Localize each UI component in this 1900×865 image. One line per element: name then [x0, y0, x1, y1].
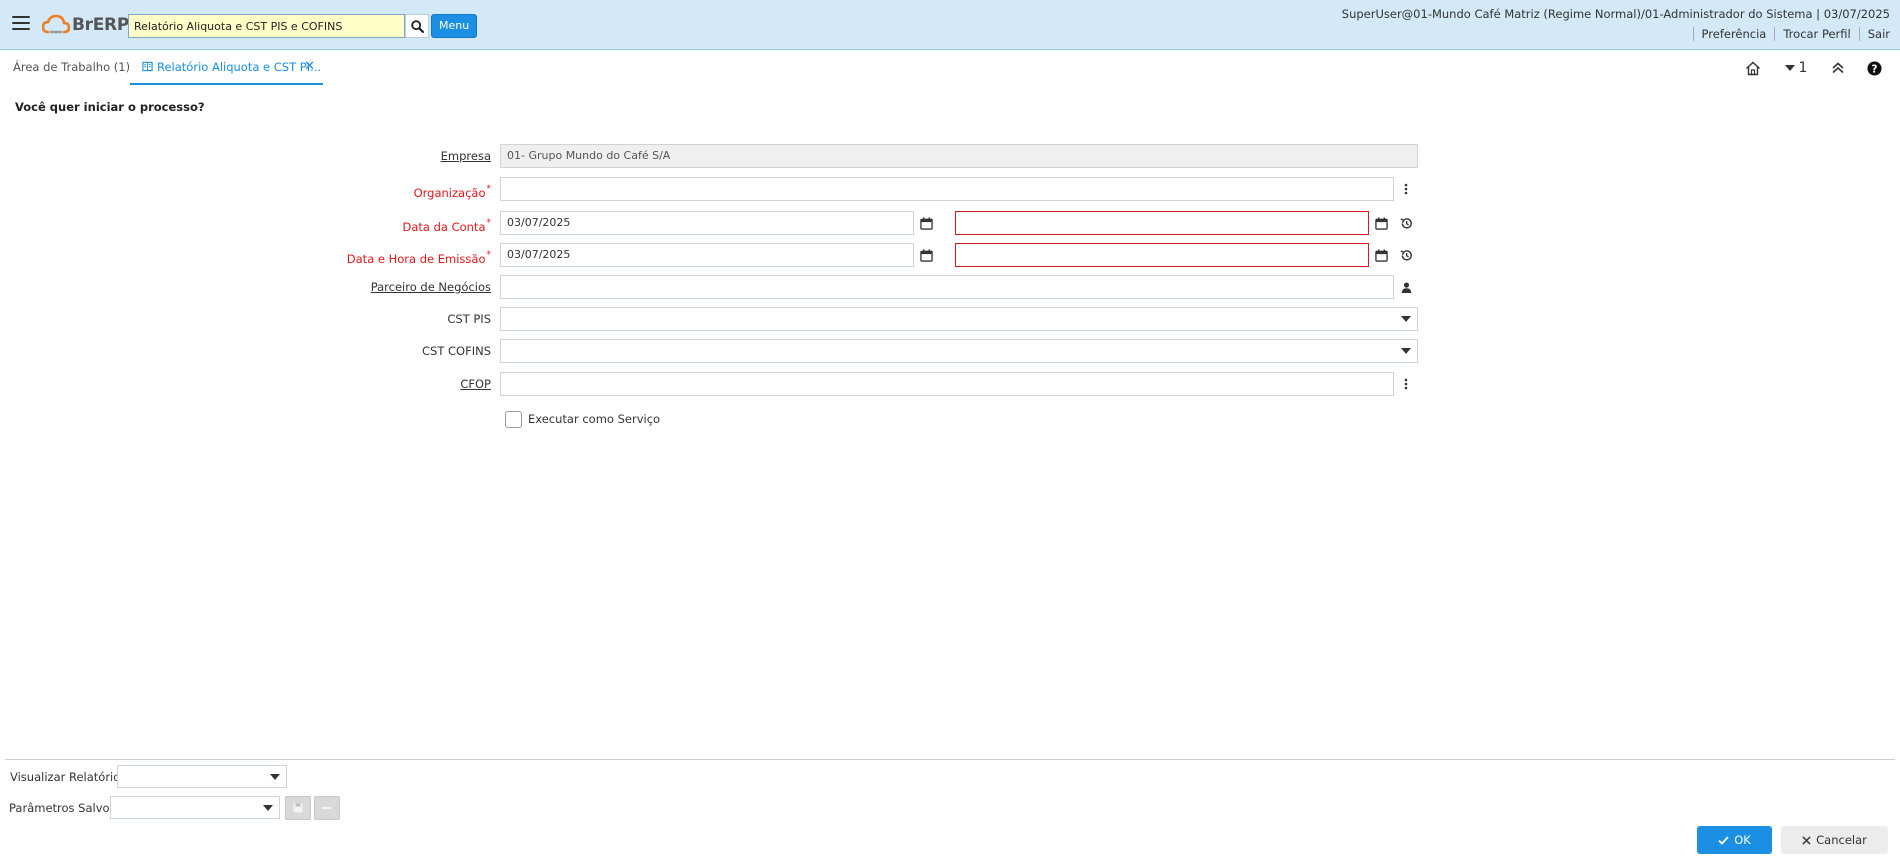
minus-icon	[322, 807, 332, 809]
field-row-organizacao: Organização*	[0, 176, 1900, 202]
logout-link[interactable]: Sair	[1858, 27, 1890, 41]
cloud-logo-icon	[42, 14, 70, 34]
home-icon[interactable]	[1742, 56, 1764, 80]
user-context-info: SuperUser@01-Mundo Café Matriz (Regime N…	[1341, 7, 1890, 21]
cst-pis-label: CST PIS	[447, 312, 491, 326]
field-row-parceiro: Parceiro de Negócios	[0, 274, 1900, 300]
chevron-down-icon[interactable]	[257, 796, 279, 819]
data-conta-label-text: Data da Conta	[402, 220, 486, 234]
chevron-down-icon[interactable]	[1394, 307, 1418, 331]
data-emissao-label-text: Data e Hora de Emissão	[346, 252, 486, 266]
saved-params-label: Parâmetros Salvos	[9, 801, 116, 815]
window-list-dropdown[interactable]: 1	[1782, 56, 1810, 80]
cst-pis-select[interactable]	[500, 307, 1418, 331]
empresa-label[interactable]: Empresa	[441, 143, 491, 169]
ok-button-label: OK	[1734, 833, 1751, 847]
app-header: BrERP Menu SuperUser@01-Mundo Café Matri…	[0, 0, 1900, 50]
ok-button[interactable]: OK	[1697, 826, 1772, 854]
required-mark: *	[486, 250, 492, 260]
hamburger-menu-icon[interactable]	[12, 16, 30, 30]
save-params-button[interactable]	[285, 796, 311, 820]
search-icon	[410, 19, 424, 33]
data-emissao-label: Data e Hora de Emissão*	[347, 242, 491, 268]
field-row-cfop: CFOP	[0, 371, 1900, 397]
calendar-icon[interactable]	[914, 243, 938, 267]
process-question: Você quer iniciar o processo?	[15, 100, 205, 114]
svg-text:?: ?	[1871, 63, 1877, 75]
close-icon	[1802, 835, 1811, 845]
menu-button[interactable]: Menu	[431, 14, 478, 38]
saved-params-select[interactable]	[110, 796, 280, 819]
history-icon[interactable]	[1394, 243, 1418, 267]
footer-divider	[5, 759, 1895, 760]
history-icon[interactable]	[1394, 211, 1418, 235]
caret-down-icon	[1784, 65, 1795, 71]
data-conta-label: Data da Conta*	[402, 210, 491, 236]
preferences-link[interactable]: Preferência	[1692, 27, 1775, 41]
logo-text: BrERP	[72, 15, 130, 35]
chevron-down-icon[interactable]	[264, 765, 286, 788]
cfop-label[interactable]: CFOP	[460, 371, 491, 397]
close-tab-icon[interactable]: ✕	[304, 51, 315, 83]
search-input[interactable]	[128, 14, 405, 38]
delete-params-button[interactable]	[314, 796, 340, 820]
view-report-label: Visualizar Relatório	[10, 770, 121, 784]
parceiro-label[interactable]: Parceiro de Negócios	[371, 274, 491, 300]
organizacao-label-text: Organização	[413, 186, 486, 200]
calendar-icon[interactable]	[1369, 211, 1393, 235]
cfop-field[interactable]	[500, 372, 1394, 396]
data-emissao-from-field[interactable]: 03/07/2025	[500, 243, 914, 267]
user-links: Preferência Trocar Perfil Sair	[1692, 27, 1890, 41]
field-row-cst-cofins: CST COFINS	[0, 338, 1900, 364]
required-mark: *	[486, 184, 492, 194]
help-icon[interactable]: ?	[1864, 56, 1884, 80]
tab-workspace[interactable]: Área de Trabalho (1)	[13, 51, 130, 85]
chevron-down-icon[interactable]	[1394, 339, 1418, 363]
data-emissao-to-field[interactable]	[955, 243, 1369, 267]
search-button[interactable]	[405, 14, 429, 38]
organizacao-label: Organização*	[414, 176, 491, 202]
data-conta-from-field[interactable]: 03/07/2025	[500, 211, 914, 235]
organizacao-field[interactable]	[500, 177, 1394, 201]
view-report-select[interactable]	[117, 765, 287, 788]
tab-report-label: Relatório Aliquota e CST PI...	[157, 60, 322, 74]
cst-cofins-select[interactable]	[500, 339, 1418, 363]
cancel-button[interactable]: Cancelar	[1781, 826, 1888, 854]
run-as-service-checkbox[interactable]	[505, 411, 522, 428]
field-row-data-conta: Data da Conta* 03/07/2025	[0, 210, 1900, 236]
cancel-button-label: Cancelar	[1816, 833, 1867, 847]
required-mark: *	[486, 218, 492, 228]
change-role-link[interactable]: Trocar Perfil	[1774, 27, 1858, 41]
field-row-cst-pis: CST PIS	[0, 306, 1900, 332]
data-conta-to-field[interactable]	[955, 211, 1369, 235]
field-row-data-emissao: Data e Hora de Emissão* 03/07/2025	[0, 242, 1900, 268]
more-options-icon[interactable]	[1394, 177, 1418, 201]
empresa-field: 01- Grupo Mundo do Café S/A	[500, 144, 1418, 168]
save-icon	[293, 803, 303, 813]
parceiro-field[interactable]	[500, 275, 1394, 299]
window-tabbar: Área de Trabalho (1) Relatório Aliquota …	[0, 51, 1900, 85]
more-options-icon[interactable]	[1394, 372, 1418, 396]
cst-cofins-label: CST COFINS	[422, 344, 491, 358]
calendar-icon[interactable]	[914, 211, 938, 235]
window-count: 1	[1798, 60, 1808, 76]
calendar-icon[interactable]	[1369, 243, 1393, 267]
tab-report[interactable]: Relatório Aliquota e CST PI... ✕	[130, 51, 323, 85]
person-icon[interactable]	[1394, 275, 1418, 299]
brerp-logo[interactable]: BrERP	[42, 12, 129, 38]
collapse-all-icon[interactable]	[1828, 56, 1848, 80]
field-row-empresa: Empresa 01- Grupo Mundo do Café S/A	[0, 143, 1900, 169]
run-as-service-label[interactable]: Executar como Serviço	[528, 411, 660, 428]
report-document-icon	[142, 52, 153, 84]
checkmark-icon	[1718, 835, 1729, 845]
